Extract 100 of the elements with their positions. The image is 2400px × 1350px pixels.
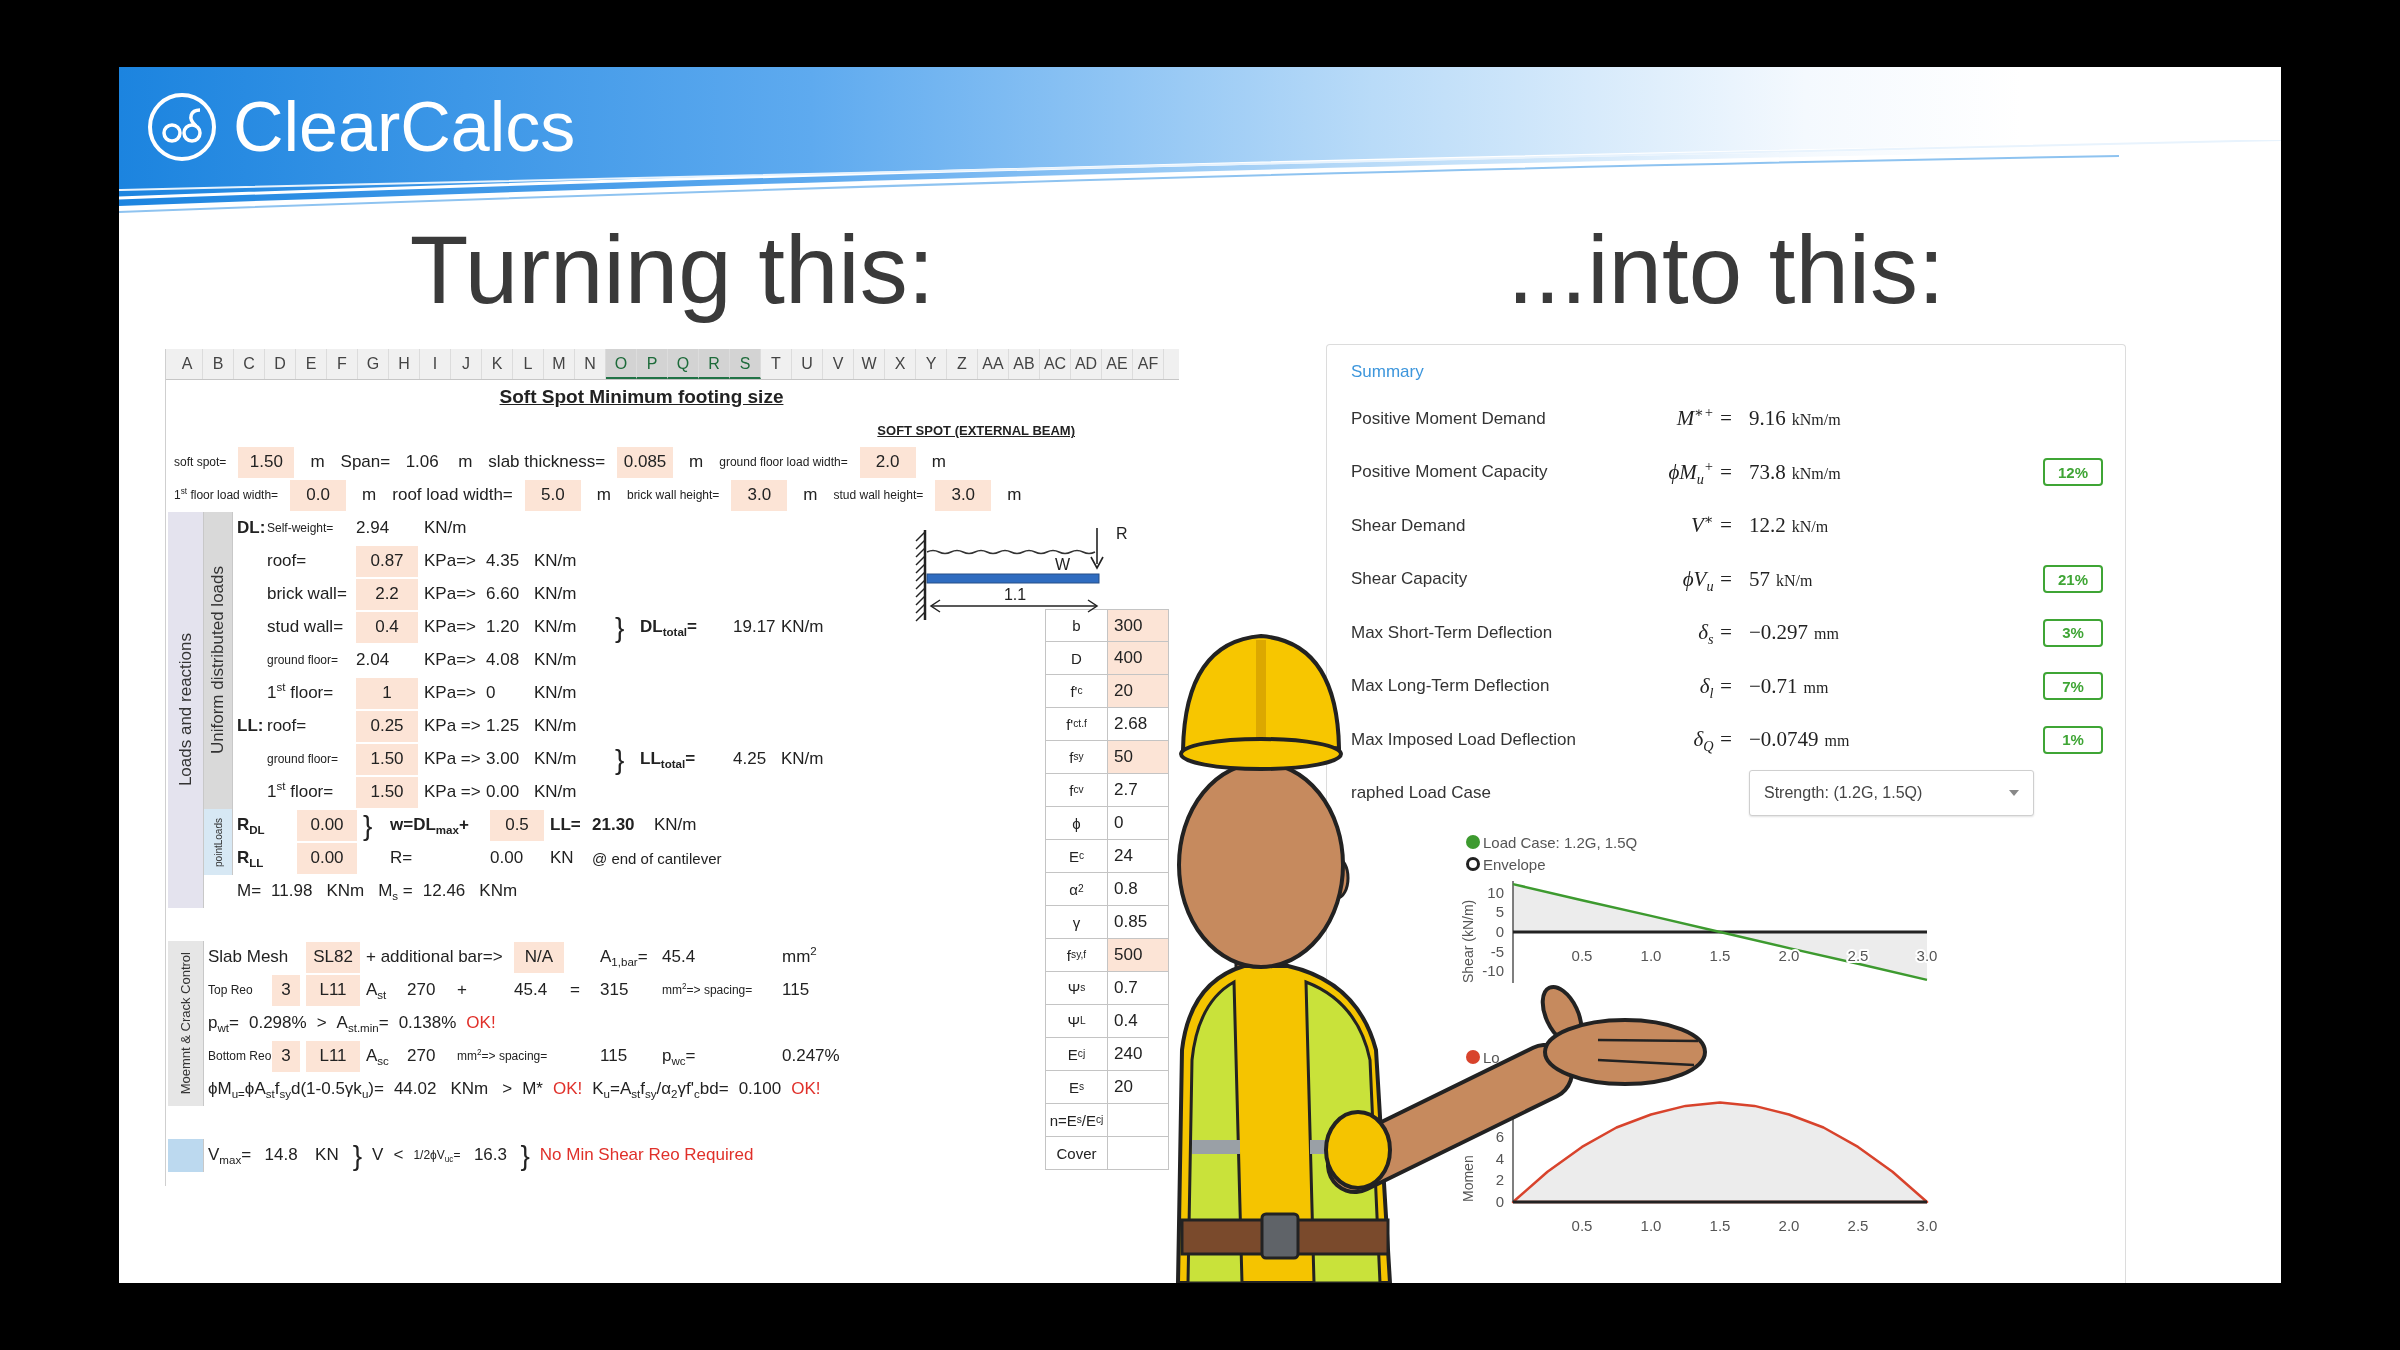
unit-label: kN/m <box>1791 518 1829 537</box>
column-header[interactable]: G <box>358 349 389 379</box>
cell-label: Span= <box>340 452 391 473</box>
unit-label: m <box>361 485 378 506</box>
column-header[interactable]: AD <box>1071 349 1102 379</box>
cell-label: V <box>372 1145 384 1166</box>
property-value: 20 <box>1108 675 1169 708</box>
cell-label: + additional bar=> <box>366 947 503 968</box>
x-tick-label: 2.0 <box>1778 947 1800 964</box>
column-header[interactable]: F <box>327 349 358 379</box>
column-header[interactable]: X <box>885 349 916 379</box>
value-cell: 0.138% <box>398 1013 457 1034</box>
formula-symbol: δ$_{Q}$ = <box>1693 727 1733 753</box>
cell-label: KPa => <box>424 716 481 737</box>
panel-title: Summary <box>1351 362 1424 381</box>
column-header[interactable]: K <box>482 349 513 379</box>
utilization-badge: 21% <box>2043 565 2103 594</box>
column-header[interactable]: AC <box>1040 349 1071 379</box>
column-header[interactable]: R <box>699 349 730 379</box>
value-cell: 2.04 <box>356 650 390 671</box>
cell-label: Bottom Reo <box>208 1049 272 1064</box>
column-header[interactable]: AB <box>1009 349 1040 379</box>
column-header[interactable]: D <box>265 349 296 379</box>
cell-label: A$_{sc}$ <box>366 1046 389 1067</box>
column-header[interactable]: AF <box>1133 349 1164 379</box>
cell-label: 1$^{st}$ floor= <box>267 782 334 803</box>
brace-symbol: } <box>615 613 625 642</box>
column-header[interactable]: Q <box>668 349 699 379</box>
x-tick-label: 2.5 <box>1847 947 1869 964</box>
property-value: 400 <box>1108 642 1169 675</box>
unit-label: KN/m <box>534 584 577 605</box>
column-header[interactable]: A <box>172 349 203 379</box>
cell-label: KPa=> <box>424 650 476 671</box>
brace-symbol: } <box>363 811 373 840</box>
value-cell: 115 <box>600 1046 628 1067</box>
column-header[interactable]: T <box>761 349 792 379</box>
input-cell: 1.50 <box>356 744 418 775</box>
input-cell: 3.0 <box>731 480 788 511</box>
column-header[interactable]: M <box>544 349 575 379</box>
result-label: raphed Load Case <box>1351 783 1491 804</box>
property-value: 0.8 <box>1108 873 1169 906</box>
cell-label: ground floor= <box>267 653 339 668</box>
value-cell: 270 <box>407 980 436 1001</box>
property-symbol: b <box>1045 609 1108 642</box>
x-tick-label: 1.5 <box>1709 947 1731 964</box>
cell-label: ground floor= <box>267 752 339 767</box>
value-cell: 4.35 <box>486 551 520 572</box>
column-header[interactable]: H <box>389 349 420 379</box>
unit-label: KN/m <box>654 815 697 836</box>
input-cell: 0.5 <box>490 810 544 841</box>
column-header[interactable]: E <box>296 349 327 379</box>
column-header[interactable]: Z <box>947 349 978 379</box>
column-header[interactable]: Y <box>916 349 947 379</box>
formula-symbol: ϕV$_{u}$ = <box>1682 566 1733 592</box>
utilization-badge: 1% <box>2043 725 2103 754</box>
cell-label: V$_{max}$= <box>208 1145 252 1166</box>
value-cell-text: 16.3 <box>472 1145 508 1166</box>
result-value: −0.297 <box>1749 620 1809 646</box>
x-tick-label: 3.0 <box>1916 1217 1938 1234</box>
column-header[interactable]: C <box>234 349 265 379</box>
value-cell: 270 <box>407 1046 436 1067</box>
property-value: 24 <box>1108 840 1169 873</box>
column-header[interactable]: P <box>637 349 668 379</box>
y-tick-label: 0 <box>1495 923 1504 940</box>
value-cell: 6.60 <box>486 584 520 605</box>
y-tick-label: 4 <box>1495 1149 1504 1167</box>
cell-label: > <box>316 1013 327 1034</box>
unit-label: mm <box>1803 678 1829 697</box>
load-case-dropdown[interactable]: Strength: (1.2G, 1.5Q) <box>1749 770 2034 817</box>
y-tick-label: 10 <box>1487 883 1504 901</box>
column-header[interactable]: J <box>451 349 482 379</box>
property-value: 0.7 <box>1108 972 1169 1005</box>
unit-label: KNm <box>325 881 366 902</box>
column-header[interactable]: AA <box>978 349 1009 379</box>
section-label: Moemnt & Crack Control <box>168 941 204 1106</box>
column-header[interactable]: AE <box>1102 349 1133 379</box>
y-axis-title: Shear (kN/m) <box>1460 899 1476 983</box>
result-value: −0.0749 <box>1749 727 1819 753</box>
input-cell: 3 <box>272 975 300 1006</box>
unit-label: m <box>688 452 705 473</box>
property-value: 240 <box>1108 1038 1169 1071</box>
column-header[interactable]: B <box>203 349 234 379</box>
column-header[interactable]: O <box>606 349 637 379</box>
column-header[interactable]: W <box>854 349 885 379</box>
cell-label: roof= <box>267 716 307 737</box>
cell-label: 1$^{st}$ floor load width= <box>174 488 279 503</box>
unit-label: KNm <box>449 1079 490 1100</box>
column-header[interactable]: V <box>823 349 854 379</box>
y-tick-label: 6 <box>1495 1128 1504 1146</box>
column-header[interactable]: L <box>513 349 544 379</box>
cell-label: Top Reo <box>208 983 253 998</box>
cell-label: M$_{s}$ = <box>378 881 413 902</box>
column-header[interactable]: I <box>420 349 451 379</box>
cell-label: A$_{st}$ <box>366 980 387 1001</box>
formula-symbol: δ$_{s}$ = <box>1698 620 1733 646</box>
value-cell: 4.08 <box>486 650 520 671</box>
column-header[interactable]: U <box>792 349 823 379</box>
input-cell: 0.25 <box>356 711 418 742</box>
property-value: 2.7 <box>1108 774 1169 807</box>
column-header[interactable]: S <box>730 349 761 379</box>
